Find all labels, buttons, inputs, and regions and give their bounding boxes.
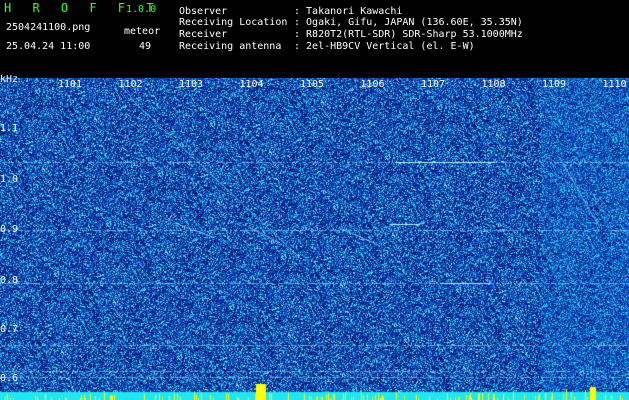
antenna-value: : 2el-HB9CV Vertical (el. E-W) (294, 41, 475, 52)
header-panel: H R O F F T 1.0.0 2504241100.png meteor … (0, 0, 629, 78)
receiver-value: : R820T2(RTL-SDR) SDR-Sharp 53.1000MHz (294, 29, 523, 40)
x-tick-label: 1107 (421, 79, 446, 90)
app-version: 1.0.0 (126, 4, 157, 15)
x-tick-label: 1110 (602, 79, 627, 90)
spectrogram-canvas (0, 78, 629, 400)
location-value: : Ogaki, Gifu, JAPAN (136.60E, 35.35N) (294, 17, 523, 28)
y-axis-unit: kHz (0, 74, 19, 85)
x-tick-label: 1101 (58, 79, 83, 90)
y-tick-label: 0.7 (0, 324, 19, 335)
x-tick-label: 1105 (300, 79, 325, 90)
y-tick-label: 0.9 (0, 224, 19, 235)
location-label: Receiving Location (179, 17, 288, 28)
mode-label: meteor (124, 26, 161, 37)
timestamp-label: 25.04.24 11:00 (6, 41, 91, 52)
x-tick-label: 1109 (542, 79, 567, 90)
x-tick-label: 1106 (360, 79, 385, 90)
x-tick-label: 1103 (179, 79, 204, 90)
x-tick-label: 1102 (118, 79, 143, 90)
receiver-label: Receiver (179, 29, 228, 40)
filename-label: 2504241100.png (6, 22, 91, 33)
y-tick-label: 0.6 (0, 373, 19, 384)
y-tick-label: 1.1 (0, 123, 19, 134)
y-tick-label: 1.0 (0, 174, 19, 185)
x-tick-label: 1104 (239, 79, 264, 90)
antenna-label: Receiving antenna (179, 41, 282, 52)
y-tick-label: 0.8 (0, 275, 19, 286)
x-tick-label: 1108 (481, 79, 506, 90)
count-label: 49 (139, 41, 152, 52)
